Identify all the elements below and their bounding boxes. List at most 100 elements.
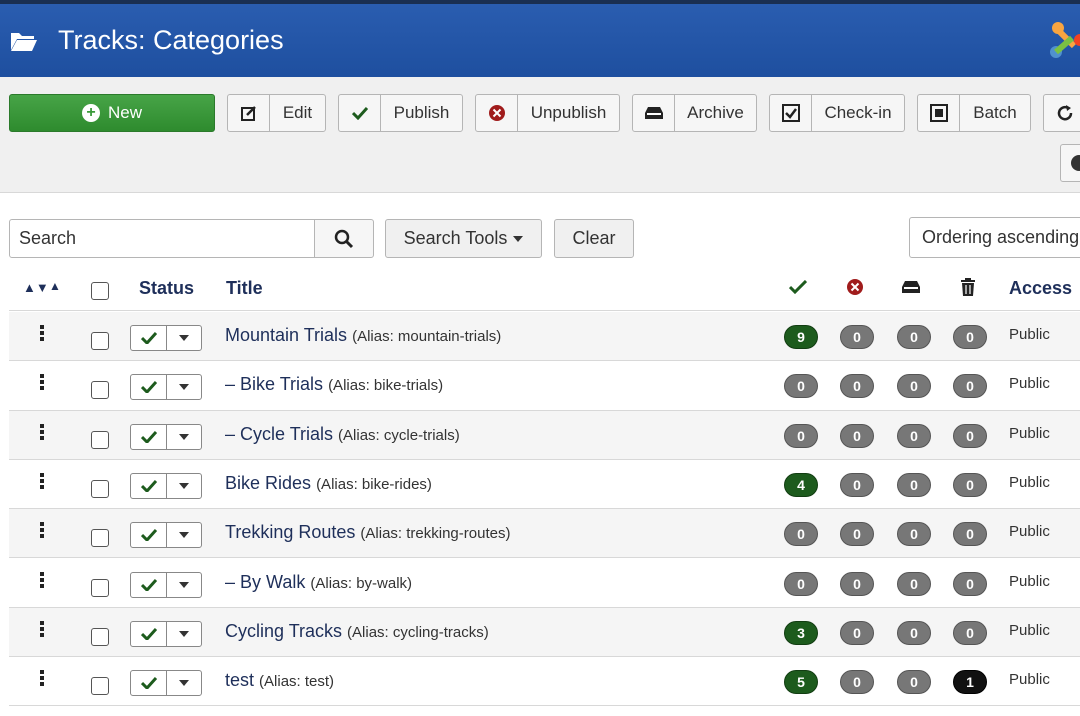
published-toggle-button[interactable] — [131, 375, 167, 400]
archived-count-badge[interactable]: 0 — [897, 374, 931, 399]
published-count-badge[interactable]: 0 — [784, 522, 818, 547]
drag-handle-icon[interactable] — [40, 423, 44, 440]
row-checkbox[interactable] — [91, 332, 109, 350]
publish-button[interactable]: Publish — [338, 94, 463, 132]
archived-count-badge[interactable]: 0 — [897, 325, 931, 349]
trashed-count-badge[interactable]: 0 — [953, 620, 987, 645]
published-count-badge[interactable]: 0 — [784, 571, 818, 596]
access-column-header[interactable]: Access — [1009, 278, 1072, 299]
row-checkbox[interactable] — [91, 430, 109, 449]
access-level: Public — [1009, 671, 1050, 689]
row-checkbox[interactable] — [91, 627, 109, 646]
published-count-badge[interactable]: 3 — [784, 620, 818, 645]
select-all-checkbox[interactable] — [91, 282, 109, 300]
status-column-header[interactable]: Status — [139, 278, 194, 299]
search-button[interactable] — [314, 219, 374, 258]
rebuild-button[interactable] — [1043, 94, 1080, 132]
category-title-link[interactable]: test — [225, 670, 254, 690]
drag-handle-icon[interactable] — [40, 472, 44, 489]
published-count-badge[interactable]: 9 — [784, 325, 818, 349]
trashed-count-badge[interactable]: 0 — [953, 325, 987, 349]
ordering-select[interactable]: Ordering ascending — [909, 217, 1080, 258]
unpublished-column-icon[interactable] — [845, 277, 865, 297]
category-title-link[interactable]: Bike Trials — [240, 374, 323, 394]
trashed-count-badge[interactable]: 1 — [953, 670, 987, 695]
published-toggle-button[interactable] — [131, 523, 167, 548]
status-dropdown-button[interactable] — [167, 474, 201, 498]
published-count-badge[interactable]: 0 — [784, 423, 818, 448]
unpublished-count-badge[interactable]: 0 — [840, 472, 874, 497]
row-checkbox[interactable] — [91, 677, 109, 696]
category-title-link[interactable]: Trekking Routes — [225, 522, 355, 542]
new-button[interactable]: + New — [9, 94, 215, 132]
unpublished-count-badge[interactable]: 0 — [840, 423, 874, 448]
published-count-badge[interactable]: 0 — [784, 374, 818, 399]
unpublished-count-badge[interactable]: 0 — [840, 522, 874, 547]
archived-count-badge[interactable]: 0 — [897, 620, 931, 645]
trashed-count-badge[interactable]: 0 — [953, 423, 987, 448]
trashed-count-badge[interactable]: 0 — [953, 522, 987, 547]
archived-count-badge[interactable]: 0 — [897, 423, 931, 448]
archived-column-icon[interactable] — [901, 277, 921, 297]
unpublished-count-badge[interactable]: 0 — [840, 374, 874, 399]
category-title-link[interactable]: By Walk — [240, 572, 305, 592]
category-title-link[interactable]: Bike Rides — [225, 473, 311, 493]
title-column-header[interactable]: Title — [226, 278, 263, 299]
archived-count-badge[interactable]: 0 — [897, 522, 931, 547]
published-toggle-button[interactable] — [131, 621, 167, 646]
batch-button[interactable]: Batch — [917, 94, 1031, 132]
trashed-count-badge[interactable]: 0 — [953, 571, 987, 596]
trashed-count-badge[interactable]: 0 — [953, 374, 987, 399]
drag-handle-icon[interactable] — [40, 670, 44, 687]
drag-handle-icon[interactable] — [40, 571, 44, 588]
published-toggle-button[interactable] — [131, 572, 167, 597]
unpublished-count-badge[interactable]: 0 — [840, 670, 874, 695]
archived-count-badge[interactable]: 0 — [897, 571, 931, 596]
status-dropdown-button[interactable] — [167, 326, 201, 350]
status-dropdown-button[interactable] — [167, 523, 201, 547]
category-title-link[interactable]: Mountain Trials — [225, 325, 347, 345]
drag-handle-icon[interactable] — [40, 325, 44, 341]
search-input[interactable]: Search — [9, 219, 315, 258]
status-dropdown-button[interactable] — [167, 573, 201, 597]
sort-ordering-icon[interactable]: ▲▼ — [23, 280, 49, 295]
search-tools-button[interactable]: Search Tools — [385, 219, 542, 258]
published-toggle-button[interactable] — [131, 326, 167, 350]
status-dropdown-button[interactable] — [167, 671, 201, 695]
unpublish-button-label: Unpublish — [530, 103, 607, 122]
row-title: Mountain Trials (Alias: mountain-trials) — [225, 325, 501, 346]
unpublished-count-badge[interactable]: 0 — [840, 325, 874, 349]
row-title: Trekking Routes (Alias: trekking-routes) — [225, 522, 510, 543]
trashed-count-badge[interactable]: 0 — [953, 472, 987, 497]
drag-handle-icon[interactable] — [40, 374, 44, 391]
row-checkbox[interactable] — [91, 529, 109, 548]
edit-button[interactable]: Edit — [227, 94, 326, 132]
unpublished-count-badge[interactable]: 0 — [840, 571, 874, 596]
archived-count-badge[interactable]: 0 — [897, 472, 931, 497]
unpublished-count-badge[interactable]: 0 — [840, 620, 874, 645]
category-title-link[interactable]: Cycling Tracks — [225, 621, 342, 641]
published-column-icon[interactable] — [788, 277, 808, 297]
status-dropdown-button[interactable] — [167, 425, 201, 449]
status-dropdown-button[interactable] — [167, 622, 201, 646]
checkin-button[interactable]: Check-in — [769, 94, 905, 132]
published-toggle-button[interactable] — [131, 671, 167, 696]
published-count-badge[interactable]: 4 — [784, 472, 818, 497]
trashed-column-icon[interactable] — [958, 277, 978, 297]
published-toggle-button[interactable] — [131, 424, 167, 449]
row-checkbox[interactable] — [91, 381, 109, 400]
help-button[interactable] — [1060, 144, 1080, 182]
sort-ascending-icon[interactable]: ▲ — [49, 279, 61, 293]
row-checkbox[interactable] — [91, 578, 109, 597]
archive-button[interactable]: Archive — [632, 94, 757, 132]
category-title-link[interactable]: Cycle Trials — [240, 424, 333, 444]
published-count-badge[interactable]: 5 — [784, 670, 818, 695]
unpublish-button[interactable]: Unpublish — [475, 94, 620, 132]
archived-count-badge[interactable]: 0 — [897, 670, 931, 695]
status-dropdown-button[interactable] — [167, 375, 201, 399]
drag-handle-icon[interactable] — [40, 620, 44, 637]
row-checkbox[interactable] — [91, 479, 109, 498]
clear-button[interactable]: Clear — [554, 219, 634, 258]
drag-handle-icon[interactable] — [40, 522, 44, 539]
published-toggle-button[interactable] — [131, 473, 167, 498]
